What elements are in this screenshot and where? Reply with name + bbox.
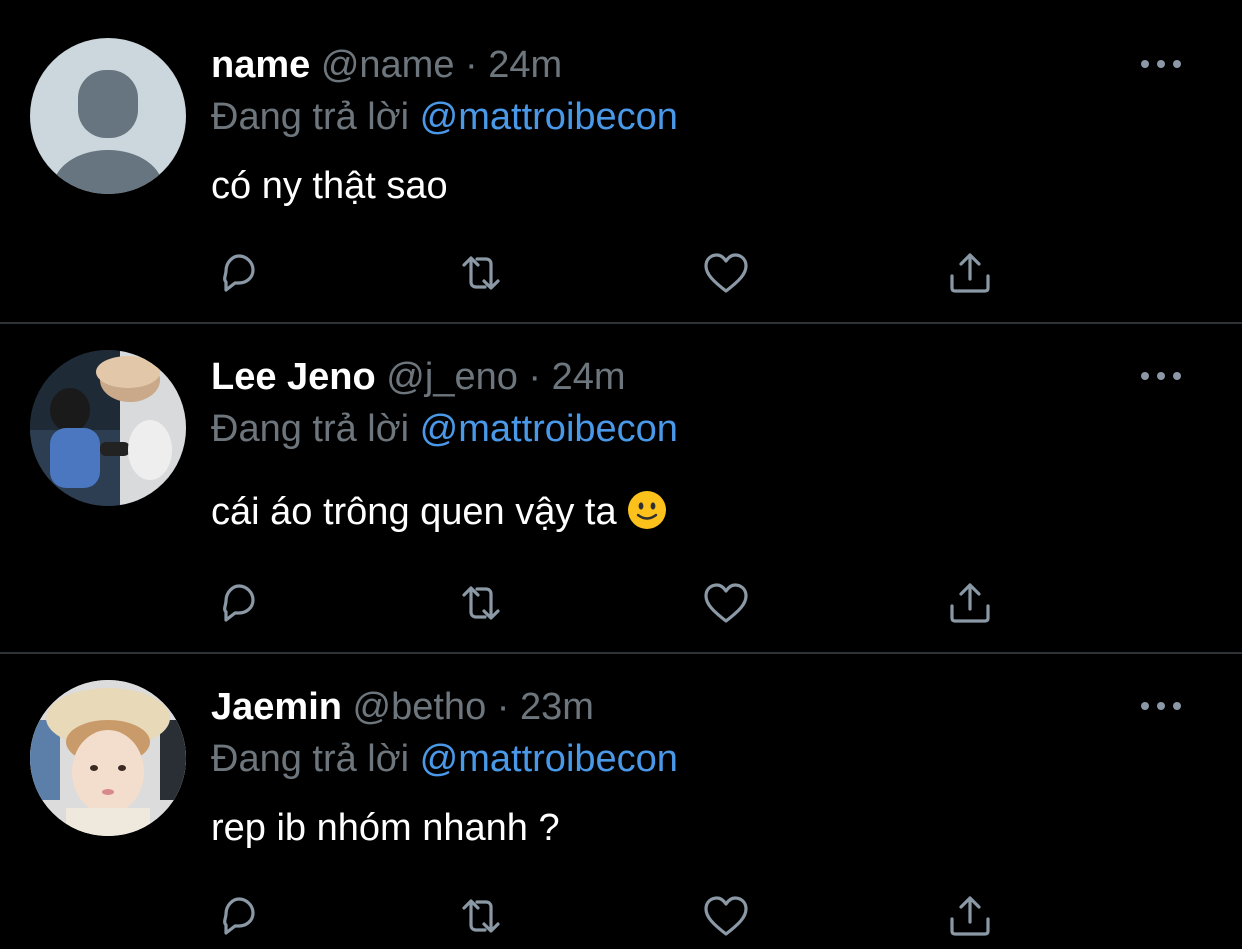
share-icon bbox=[950, 896, 990, 936]
timestamp[interactable]: 24m bbox=[488, 44, 562, 86]
comment-icon bbox=[223, 584, 255, 622]
mention-link[interactable]: @mattroibecon bbox=[420, 738, 678, 780]
like-button[interactable] bbox=[701, 248, 751, 298]
separator-dot: · bbox=[465, 44, 478, 86]
reply-prefix: Đang trả lời bbox=[211, 96, 410, 138]
share-button[interactable] bbox=[945, 248, 995, 298]
tweet[interactable]: Jaemin @betho · 23m Đang trả lời @mattro… bbox=[0, 654, 1242, 949]
separator-dot: · bbox=[528, 356, 542, 398]
avatar[interactable] bbox=[30, 680, 186, 836]
replying-to: Đang trả lời @mattroibecon bbox=[211, 94, 678, 140]
tweet-text: có ny thật sao bbox=[211, 165, 448, 207]
tweet-text: rep ib nhóm nhanh ? bbox=[211, 807, 560, 849]
retweet-icon bbox=[462, 899, 500, 933]
display-name[interactable]: name bbox=[211, 44, 310, 86]
tweet-actions bbox=[212, 891, 1012, 941]
avatar[interactable] bbox=[30, 350, 186, 506]
retweet-button[interactable] bbox=[456, 891, 506, 941]
heart-icon bbox=[704, 583, 748, 623]
reply-button[interactable] bbox=[212, 248, 262, 298]
timestamp[interactable]: 23m bbox=[520, 686, 594, 728]
more-dots-icon[interactable] bbox=[1140, 57, 1182, 71]
retweet-icon bbox=[462, 256, 500, 290]
retweet-icon bbox=[462, 586, 500, 620]
tweet-actions bbox=[212, 248, 1012, 298]
heart-icon bbox=[704, 253, 748, 293]
share-button[interactable] bbox=[945, 578, 995, 628]
retweet-button[interactable] bbox=[456, 248, 506, 298]
comment-icon bbox=[223, 254, 255, 292]
avatar[interactable] bbox=[30, 38, 186, 194]
tweet[interactable]: name @name · 24m Đang trả lời @mattroibe… bbox=[0, 0, 1242, 322]
reply-prefix: Đang trả lời bbox=[211, 408, 410, 450]
default-avatar-icon bbox=[53, 70, 163, 194]
username[interactable]: @betho bbox=[353, 686, 487, 728]
timestamp[interactable]: 24m bbox=[552, 356, 626, 398]
replying-to: Đang trả lời @mattroibecon bbox=[211, 406, 678, 452]
display-name[interactable]: Lee Jeno bbox=[211, 356, 376, 398]
reply-button[interactable] bbox=[212, 578, 262, 628]
reply-prefix: Đang trả lời bbox=[211, 738, 410, 780]
username[interactable]: @j_eno bbox=[386, 356, 518, 398]
tweet-header: name @name · 24m bbox=[211, 42, 562, 88]
more-dots-icon[interactable] bbox=[1140, 699, 1182, 713]
tweet-header: Jaemin @betho · 23m bbox=[211, 684, 594, 730]
heart-icon bbox=[704, 896, 748, 936]
share-button[interactable] bbox=[945, 891, 995, 941]
tweet-header: Lee Jeno @j_eno · 24m bbox=[211, 354, 626, 400]
share-icon bbox=[950, 583, 990, 623]
reply-button[interactable] bbox=[212, 891, 262, 941]
slightly-smiling-face-icon bbox=[628, 491, 667, 529]
replying-to: Đang trả lời @mattroibecon bbox=[211, 736, 678, 782]
mention-link[interactable]: @mattroibecon bbox=[420, 96, 678, 138]
tweet-actions bbox=[212, 578, 1012, 628]
tweet-text: cái áo trông quen vậy ta bbox=[211, 489, 667, 535]
profile-photo bbox=[30, 680, 186, 836]
mention-link[interactable]: @mattroibecon bbox=[420, 408, 678, 450]
share-icon bbox=[950, 253, 990, 293]
like-button[interactable] bbox=[701, 891, 751, 941]
comment-icon bbox=[223, 897, 255, 935]
profile-photo bbox=[30, 350, 186, 506]
separator-dot: · bbox=[496, 686, 510, 728]
display-name[interactable]: Jaemin bbox=[211, 686, 342, 728]
like-button[interactable] bbox=[701, 578, 751, 628]
tweet-text-content: cái áo trông quen vậy ta bbox=[211, 491, 617, 533]
username[interactable]: @name bbox=[321, 44, 455, 86]
tweet[interactable]: Lee Jeno @j_eno · 24m Đang trả lời @matt… bbox=[0, 324, 1242, 652]
retweet-button[interactable] bbox=[456, 578, 506, 628]
more-dots-icon[interactable] bbox=[1140, 369, 1182, 383]
